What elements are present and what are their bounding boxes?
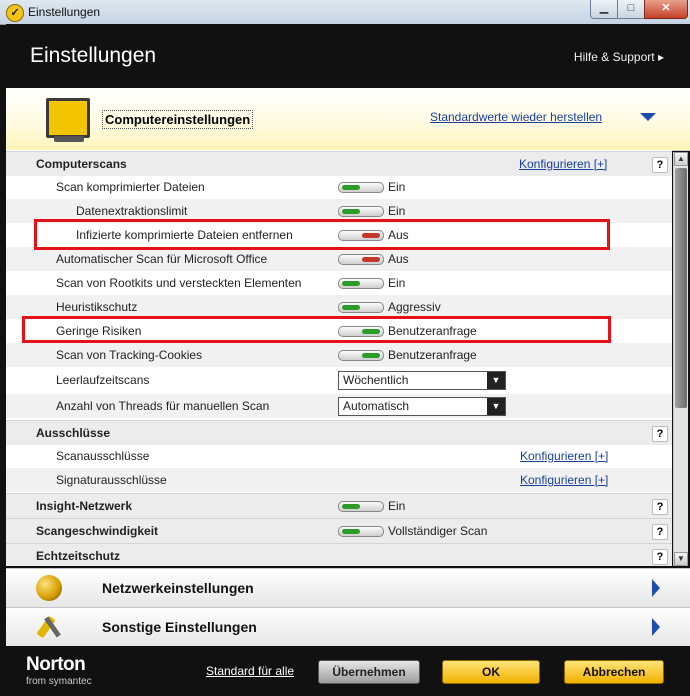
- chevron-down-icon[interactable]: ▼: [487, 398, 505, 415]
- computer-settings-header: Computereinstellungen Standardwerte wied…: [6, 88, 690, 151]
- setting-row: Anzahl von Threads für manuellen Scan Au…: [6, 394, 672, 418]
- setting-value: Ein: [388, 180, 406, 194]
- help-button[interactable]: ?: [652, 524, 668, 540]
- setting-value: Aus: [388, 252, 409, 266]
- setting-value: Ein: [388, 276, 406, 290]
- setting-label: Scanausschlüsse: [56, 449, 150, 463]
- configure-link[interactable]: Konfigurieren [+]: [520, 444, 608, 468]
- highlight-box: [22, 316, 611, 343]
- section-title: Echtzeitschutz: [36, 549, 121, 563]
- toggle-switch[interactable]: [338, 302, 384, 313]
- setting-label: Anzahl von Threads für manuellen Scan: [56, 399, 270, 413]
- close-button[interactable]: ✕: [644, 0, 688, 19]
- section-echtzeitschutz: Echtzeitschutz ?: [6, 543, 672, 566]
- chevron-down-icon[interactable]: ▼: [487, 372, 505, 389]
- setting-row: Scan komprimierter Dateien Ein: [6, 175, 672, 199]
- idle-scan-dropdown[interactable]: Wöchentlich ▼: [338, 371, 506, 390]
- collapse-arrow-icon[interactable]: [640, 113, 656, 121]
- category-network-settings[interactable]: Netzwerkeinstellungen: [6, 568, 690, 607]
- section-title: Insight-Netzwerk: [36, 499, 133, 513]
- toggle-switch[interactable]: [338, 350, 384, 361]
- setting-row: Scan von Tracking-Cookies Benutzeranfrag…: [6, 343, 672, 367]
- dropdown-value: Wöchentlich: [343, 373, 409, 387]
- help-button[interactable]: ?: [652, 426, 668, 442]
- scroll-down-icon[interactable]: ▼: [674, 552, 688, 566]
- section-ausschluesse: Ausschlüsse ?: [6, 420, 672, 445]
- dropdown-value: Automatisch: [343, 399, 410, 413]
- window-title: Einstellungen: [28, 5, 101, 19]
- setting-value: Benutzeranfrage: [388, 348, 477, 362]
- title-bar: ✓ Einstellungen ▁ □ ✕: [0, 0, 690, 25]
- category-title: Netzwerkeinstellungen: [102, 580, 254, 596]
- section-title: Ausschlüsse: [36, 426, 111, 440]
- settings-panel: Computerscans Konfigurieren [+] ? Scan k…: [6, 150, 672, 566]
- cancel-button[interactable]: Abbrechen: [564, 660, 664, 684]
- setting-label: Scan von Tracking-Cookies: [56, 348, 203, 362]
- toggle-switch[interactable]: [338, 206, 384, 217]
- configure-link-computerscans[interactable]: Konfigurieren [+]: [519, 152, 607, 176]
- scroll-up-icon[interactable]: ▲: [674, 152, 688, 166]
- standard-for-all-link[interactable]: Standard für alle: [206, 664, 294, 678]
- slider-switch[interactable]: [338, 526, 384, 537]
- setting-value: Ein: [388, 499, 406, 513]
- globe-icon: [36, 575, 62, 601]
- scrollbar[interactable]: ▲ ▼: [673, 152, 688, 566]
- section-title: Computerscans: [36, 157, 127, 171]
- setting-row: Automatischer Scan für Microsoft Office …: [6, 247, 672, 271]
- setting-value: Vollständiger Scan: [388, 524, 488, 538]
- help-button[interactable]: ?: [652, 157, 668, 173]
- help-support-label: Hilfe & Support: [573, 50, 655, 64]
- setting-label: Leerlaufzeitscans: [56, 373, 150, 387]
- thread-count-dropdown[interactable]: Automatisch ▼: [338, 397, 506, 416]
- page-title: Einstellungen: [30, 44, 157, 67]
- setting-row: Scanausschlüsse Konfigurieren [+]: [6, 444, 672, 468]
- setting-row: Signaturausschlüsse Konfigurieren [+]: [6, 468, 672, 492]
- ok-button[interactable]: OK: [442, 660, 540, 684]
- configure-link[interactable]: Konfigurieren [+]: [520, 468, 608, 492]
- chevron-right-icon: ▸: [657, 50, 664, 64]
- category-title: Sonstige Einstellungen: [102, 619, 257, 635]
- footer-bar: Norton from symantec Standard für alle Ü…: [6, 648, 690, 696]
- restore-defaults-link[interactable]: Standardwerte wieder herstellen: [430, 110, 602, 124]
- computer-settings-title[interactable]: Computereinstellungen: [102, 110, 254, 129]
- section-computerscans: Computerscans Konfigurieren [+] ?: [6, 151, 672, 176]
- setting-row: Leerlaufzeitscans Wöchentlich ▼: [6, 368, 672, 392]
- symantec-tagline: from symantec: [26, 676, 92, 687]
- section-scangeschwindigkeit: Scangeschwindigkeit Vollständiger Scan ?: [6, 518, 672, 543]
- toggle-switch[interactable]: [338, 254, 384, 265]
- help-button[interactable]: ?: [652, 499, 668, 515]
- minimize-button[interactable]: ▁: [590, 0, 618, 19]
- setting-label: Scan komprimierter Dateien: [56, 180, 205, 194]
- setting-label: Signaturausschlüsse: [56, 473, 167, 487]
- toggle-switch[interactable]: [338, 501, 384, 512]
- toggle-switch[interactable]: [338, 182, 384, 193]
- tools-icon: [36, 614, 64, 640]
- section-title: Scangeschwindigkeit: [36, 524, 159, 538]
- norton-app-icon: ✓: [6, 4, 24, 22]
- chevron-right-icon: [652, 618, 660, 636]
- chevron-right-icon: [652, 579, 660, 597]
- scroll-thumb[interactable]: [675, 168, 687, 408]
- category-other-settings[interactable]: Sonstige Einstellungen: [6, 607, 690, 646]
- monitor-stand: [54, 136, 84, 142]
- setting-label: Scan von Rootkits und versteckten Elemen…: [56, 276, 302, 290]
- setting-label: Automatischer Scan für Microsoft Office: [56, 252, 268, 266]
- settings-header: Einstellungen Hilfe & Support ▸: [6, 24, 690, 88]
- highlight-box: [34, 219, 610, 250]
- help-button[interactable]: ?: [652, 549, 668, 565]
- monitor-icon: [46, 98, 90, 138]
- help-support-link[interactable]: Hilfe & Support ▸: [574, 50, 664, 64]
- section-insight: Insight-Netzwerk Ein ?: [6, 493, 672, 518]
- apply-button[interactable]: Übernehmen: [318, 660, 420, 684]
- maximize-button[interactable]: □: [617, 0, 645, 19]
- norton-logo: Norton: [26, 654, 86, 675]
- setting-row: Scan von Rootkits und versteckten Elemen…: [6, 271, 672, 295]
- toggle-switch[interactable]: [338, 278, 384, 289]
